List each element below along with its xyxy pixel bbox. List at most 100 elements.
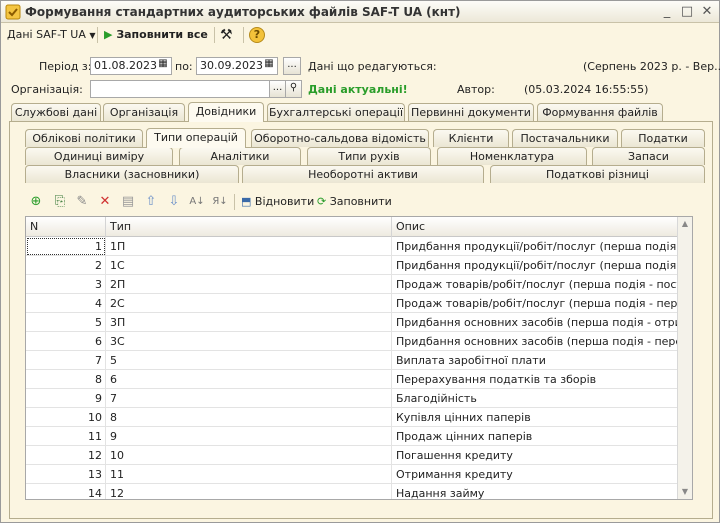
row-description[interactable]: Продаж цінних паперів: [392, 427, 678, 446]
row-description[interactable]: Придбання основних засобів (перша подія …: [392, 313, 678, 332]
subtab-suppliers[interactable]: Постачальники: [512, 129, 618, 147]
delete-icon[interactable]: ✕: [96, 193, 114, 211]
data-menu-button[interactable]: Дані SAF-T UA ▼: [7, 26, 96, 44]
table-row[interactable]: 13 11 Отримання кредиту: [26, 465, 678, 484]
tab-service-data[interactable]: Службові дані: [11, 103, 101, 121]
edit-icon[interactable]: ✎: [73, 193, 91, 211]
row-description[interactable]: Продаж товарів/робіт/послуг (перша подія…: [392, 275, 678, 294]
row-description[interactable]: Купівля цінних паперів: [392, 408, 678, 427]
table-row[interactable]: 5 3П Придбання основних засобів (перша под…: [26, 313, 678, 332]
row-number[interactable]: 12: [26, 446, 106, 465]
tools-icon[interactable]: ⚒: [220, 26, 233, 44]
row-type[interactable]: 3С: [106, 332, 392, 351]
help-button[interactable]: ?: [249, 26, 265, 44]
row-number[interactable]: 7: [26, 351, 106, 370]
table-row[interactable]: 8 6 Перерахування податків та зборів: [26, 370, 678, 389]
subtab-taxes[interactable]: Податки: [621, 129, 705, 147]
row-number[interactable]: 9: [26, 389, 106, 408]
row-description[interactable]: Перерахування податків та зборів: [392, 370, 678, 389]
tab-accounting-operations[interactable]: Бухгалтерські операції: [267, 103, 405, 121]
row-number[interactable]: 5: [26, 313, 106, 332]
row-type[interactable]: 3П: [106, 313, 392, 332]
subtab-owners[interactable]: Власники (засновники): [25, 165, 239, 183]
column-header-description[interactable]: Опис: [392, 217, 678, 237]
column-header-type[interactable]: Тип: [106, 217, 392, 237]
period-select-button[interactable]: ...: [283, 57, 301, 75]
organization-input[interactable]: [90, 80, 270, 98]
scroll-down-icon[interactable]: ▼: [678, 485, 692, 499]
row-number[interactable]: 10: [26, 408, 106, 427]
tab-file-generation[interactable]: Формування файлів: [537, 103, 663, 121]
calendar-icon[interactable]: ▦: [260, 57, 278, 75]
row-type[interactable]: 12: [106, 484, 392, 499]
scroll-up-icon[interactable]: ▲: [678, 217, 692, 231]
sort-ascending-icon[interactable]: A↓: [188, 193, 206, 211]
subtab-units[interactable]: Одиниці виміру: [25, 147, 173, 165]
row-description[interactable]: Виплата заробітної плати: [392, 351, 678, 370]
row-description[interactable]: Погашення кредиту: [392, 446, 678, 465]
table-row[interactable]: 7 5 Виплата заробітної плати: [26, 351, 678, 370]
fill-button[interactable]: ⟳ Заповнити: [317, 193, 392, 211]
table-row[interactable]: 3 2П Продаж товарів/робіт/послуг (перша по…: [26, 275, 678, 294]
table-row[interactable]: 10 8 Купівля цінних паперів: [26, 408, 678, 427]
row-type[interactable]: 10: [106, 446, 392, 465]
subtab-operation-types[interactable]: Типи операцій: [146, 128, 246, 148]
add-icon[interactable]: ⊕: [27, 193, 45, 211]
calendar-icon[interactable]: ▦: [154, 57, 172, 75]
subtab-nomenclature[interactable]: Номенклатура: [437, 147, 587, 165]
row-number[interactable]: 2: [26, 256, 106, 275]
move-up-icon[interactable]: ⇧: [142, 193, 160, 211]
table-row[interactable]: 1 1П Придбання продукції/робіт/послуг (пер…: [26, 237, 678, 256]
organization-select-button[interactable]: ...: [270, 80, 286, 98]
row-description[interactable]: Надання займу: [392, 484, 678, 499]
tab-primary-documents[interactable]: Первинні документи: [408, 103, 534, 121]
row-type[interactable]: 1С: [106, 256, 392, 275]
row-type[interactable]: 2П: [106, 275, 392, 294]
close-button[interactable]: ✕: [699, 4, 715, 20]
row-number[interactable]: 8: [26, 370, 106, 389]
table-row[interactable]: 14 12 Надання займу: [26, 484, 678, 499]
fill-all-button[interactable]: ▶ Заповнити все: [104, 26, 208, 44]
subtab-trial-balance[interactable]: Оборотно-сальдова відомість: [251, 129, 429, 147]
table-row[interactable]: 11 9 Продаж цінних паперів: [26, 427, 678, 446]
row-description[interactable]: Придбання основних засобів (перша подія …: [392, 332, 678, 351]
minimize-button[interactable]: _: [659, 4, 675, 20]
row-type[interactable]: 7: [106, 389, 392, 408]
move-down-icon[interactable]: ⇩: [165, 193, 183, 211]
subtab-clients[interactable]: Клієнти: [433, 129, 509, 147]
row-description[interactable]: Придбання продукції/робіт/послуг (перша …: [392, 237, 678, 256]
column-header-n[interactable]: N: [26, 217, 106, 237]
restore-button[interactable]: ⬒ Відновити: [241, 193, 314, 211]
row-number[interactable]: 1: [26, 237, 106, 256]
row-number[interactable]: 14: [26, 484, 106, 499]
row-type[interactable]: 8: [106, 408, 392, 427]
save-icon[interactable]: ▤: [119, 193, 137, 211]
tab-organization[interactable]: Організація: [103, 103, 185, 121]
subtab-inventory[interactable]: Запаси: [592, 147, 705, 165]
row-number[interactable]: 4: [26, 294, 106, 313]
tab-directories[interactable]: Довідники: [188, 102, 264, 122]
table-row[interactable]: 6 3С Придбання основних засобів (перша под…: [26, 332, 678, 351]
row-number[interactable]: 11: [26, 427, 106, 446]
row-description[interactable]: Отримання кредиту: [392, 465, 678, 484]
vertical-scrollbar[interactable]: ▲ ▼: [677, 217, 692, 499]
subtab-accounting-policies[interactable]: Облікові політики: [25, 129, 143, 147]
row-description[interactable]: Благодійність: [392, 389, 678, 408]
row-number[interactable]: 13: [26, 465, 106, 484]
table-row[interactable]: 2 1С Придбання продукції/робіт/послуг (пер…: [26, 256, 678, 275]
subtab-fixed-assets[interactable]: Необоротні активи: [242, 165, 484, 183]
table-row[interactable]: 4 2С Продаж товарів/робіт/послуг (перша по…: [26, 294, 678, 313]
row-description[interactable]: Придбання продукції/робіт/послуг (перша …: [392, 256, 678, 275]
maximize-button[interactable]: □: [679, 4, 695, 20]
row-number[interactable]: 6: [26, 332, 106, 351]
search-icon[interactable]: ⚲: [286, 80, 302, 98]
row-type[interactable]: 1П: [106, 237, 392, 256]
row-type[interactable]: 2С: [106, 294, 392, 313]
row-type[interactable]: 11: [106, 465, 392, 484]
row-number[interactable]: 3: [26, 275, 106, 294]
sort-descending-icon[interactable]: Я↓: [211, 193, 229, 211]
row-type[interactable]: 9: [106, 427, 392, 446]
row-type[interactable]: 6: [106, 370, 392, 389]
subtab-analytics[interactable]: Аналітики: [179, 147, 301, 165]
table-row[interactable]: 12 10 Погашення кредиту: [26, 446, 678, 465]
